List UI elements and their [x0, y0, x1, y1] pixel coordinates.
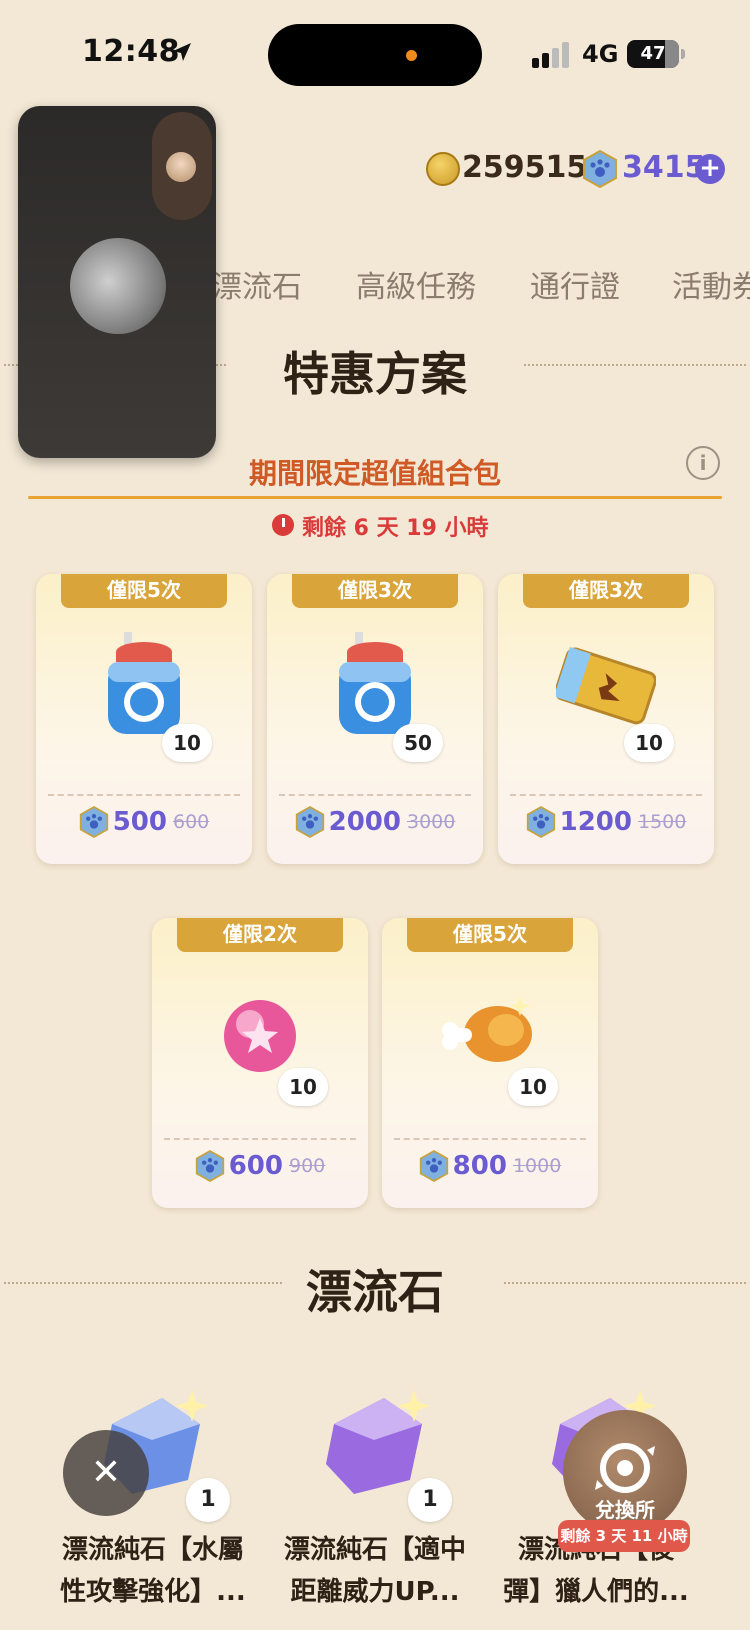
exchange-timer-badge: 剩餘 3 天 11 小時 — [558, 1520, 690, 1552]
item-quantity: 1 — [408, 1478, 452, 1522]
divider-right — [504, 1282, 746, 1284]
limited-bundle-subtitle: 期間限定超值組合包 — [248, 457, 501, 490]
drift-stone-title: 漂流石 — [306, 1265, 444, 1319]
item-quantity: 10 — [624, 724, 674, 762]
original-price: 1500 — [638, 811, 687, 833]
offer-timer: 剩餘 6 天 19 小時 — [302, 516, 489, 541]
item-quantity: 10 — [162, 724, 212, 762]
coin-amount: 259515 — [462, 150, 588, 185]
card-divider — [164, 1138, 356, 1140]
clock-icon — [272, 514, 294, 536]
offer-card-5[interactable]: 僅限5次 10 800 1000 — [382, 918, 598, 1208]
stone-name-line1: 漂流純石【水屬 — [61, 1535, 244, 1565]
offer-card-4[interactable]: 僅限2次 10 600 900 — [152, 918, 368, 1208]
current-price: 800 — [452, 1151, 507, 1181]
network-type: 4G — [582, 40, 619, 68]
paw-gem-icon — [195, 1150, 224, 1182]
current-price: 600 — [228, 1151, 283, 1181]
caller-avatar — [70, 238, 166, 334]
paw-gem-icon — [526, 806, 555, 838]
price-row: 500 600 — [36, 806, 252, 838]
paw-gem-icon — [583, 150, 617, 188]
location-arrow-icon — [173, 43, 191, 61]
purchase-limit-badge: 僅限5次 — [407, 918, 573, 952]
stone-name-line2: 彈】獵人們的... — [503, 1577, 689, 1607]
add-gems-button[interactable]: + — [695, 154, 725, 184]
card-divider — [48, 794, 240, 796]
price-row: 600 900 — [152, 1150, 368, 1182]
item-quantity: 10 — [508, 1068, 558, 1106]
mic-indicator — [406, 50, 417, 61]
special-offers-title: 特惠方案 — [283, 347, 467, 401]
battery-tip — [681, 49, 685, 59]
divider-left — [4, 1282, 282, 1284]
tab-pass[interactable]: 通行證 — [530, 262, 620, 306]
paw-gem-icon — [79, 806, 108, 838]
original-price: 3000 — [407, 811, 456, 833]
self-avatar — [166, 152, 196, 182]
subtitle-underline — [28, 496, 722, 499]
tab-event-tickets[interactable]: 活動券 — [672, 262, 750, 306]
purchase-limit-badge: 僅限3次 — [292, 574, 458, 608]
cellular-signal-icon — [532, 42, 569, 68]
coin-icon — [426, 152, 460, 186]
stone-name-line2: 性攻擊強化】... — [60, 1577, 246, 1607]
purchase-limit-badge: 僅限2次 — [177, 918, 343, 952]
paw-gem-icon — [295, 806, 324, 838]
original-price: 600 — [173, 811, 210, 833]
info-icon[interactable]: i — [686, 446, 720, 480]
offer-card-1[interactable]: 僅限5次 10 500 600 — [36, 574, 252, 864]
close-button[interactable]: ✕ — [63, 1430, 149, 1516]
paw-gem-icon — [419, 1150, 448, 1182]
dynamic-island — [268, 24, 482, 86]
price-row: 800 1000 — [382, 1150, 598, 1182]
stone-name-line2: 距離威力UP... — [290, 1577, 460, 1607]
tab-advanced-missions[interactable]: 高級任務 — [356, 262, 476, 306]
original-price: 900 — [289, 1155, 326, 1177]
offer-card-2[interactable]: 僅限3次 50 2000 3000 — [267, 574, 483, 864]
current-price: 500 — [112, 807, 167, 837]
card-divider — [279, 794, 471, 796]
card-divider — [394, 1138, 586, 1140]
tab-drift-stone[interactable]: 漂流石 — [212, 262, 302, 306]
current-price: 1200 — [559, 807, 632, 837]
purchase-limit-badge: 僅限5次 — [61, 574, 227, 608]
item-quantity: 50 — [393, 724, 443, 762]
price-row: 1200 1500 — [498, 806, 714, 838]
original-price: 1000 — [512, 1155, 562, 1177]
current-price: 2000 — [328, 807, 401, 837]
item-quantity: 10 — [278, 1068, 328, 1106]
item-quantity: 1 — [186, 1478, 230, 1522]
status-time: 12:48 — [82, 34, 180, 69]
battery-icon: 47 — [627, 40, 679, 68]
price-row: 2000 3000 — [267, 806, 483, 838]
gem-amount: 3415 — [622, 150, 706, 185]
purchase-limit-badge: 僅限3次 — [523, 574, 689, 608]
divider-right — [524, 364, 746, 366]
card-divider — [510, 794, 702, 796]
offer-card-3[interactable]: 僅限3次 10 1200 1500 — [498, 574, 714, 864]
exchange-label: 兌換所 — [595, 1498, 655, 1522]
stone-name-line1: 漂流純石【適中 — [283, 1535, 466, 1565]
